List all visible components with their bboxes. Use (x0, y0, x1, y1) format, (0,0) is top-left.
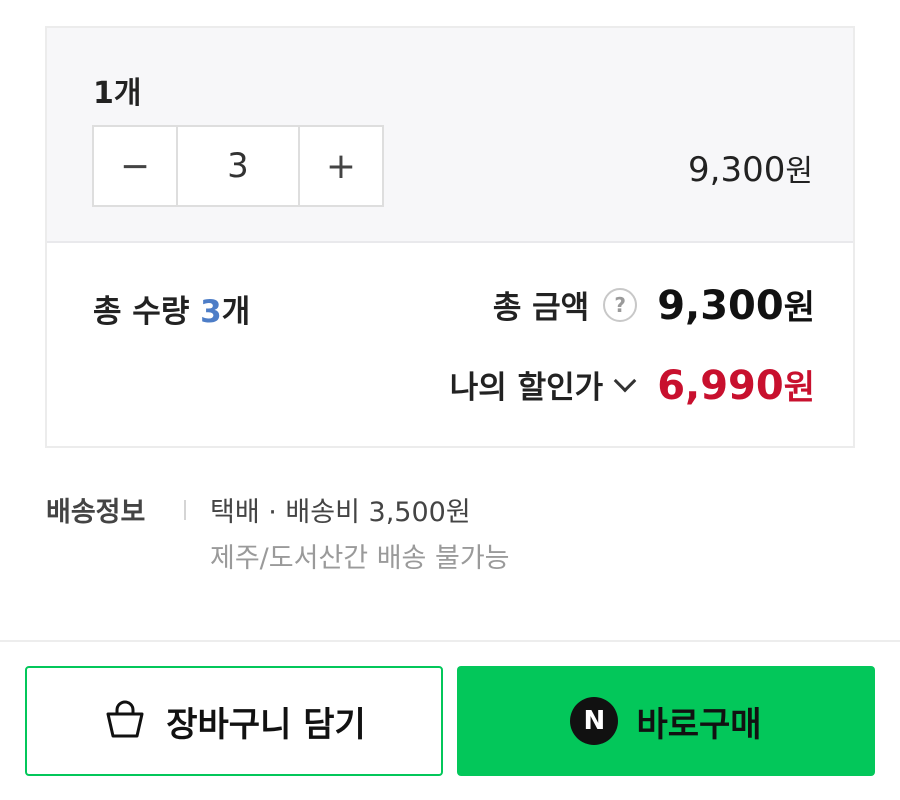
total-amount: 9,300원 (657, 280, 815, 329)
option-name: 1개 (93, 76, 142, 111)
shipping-fee-text: 택배 · 배송비 3,500원 (210, 497, 471, 528)
naver-n-icon: N (570, 697, 619, 745)
option-price-value: 9,300 (688, 150, 786, 190)
total-quantity: 총 수량 3개 (93, 286, 250, 331)
total-quantity-value: 3 (200, 294, 222, 330)
total-quantity-unit: 개 (221, 294, 251, 330)
shopping-bag-icon (102, 696, 148, 746)
discount-amount: 6,990원 (657, 360, 815, 409)
quantity-value[interactable]: 3 (178, 127, 298, 205)
total-amount-row: 총 금액 ? 9,300원 (493, 280, 815, 329)
question-circle-icon[interactable]: ? (603, 287, 638, 322)
buy-now-button[interactable]: N 바로구매 (457, 666, 875, 776)
my-discount-price-row[interactable]: 나의 할인가 6,990원 (450, 360, 815, 409)
option-price: 9,300원 (688, 146, 813, 190)
buy-now-label: 바로구매 (636, 704, 762, 745)
chevron-down-icon[interactable] (613, 369, 637, 392)
product-purchase-panel: 1개 − 3 + 9,300원 총 수량 3개 총 금액 ? 9,300원 나의… (0, 0, 900, 800)
discount-amount-value: 6,990 (657, 363, 784, 409)
quantity-stepper: − 3 + (92, 125, 384, 207)
total-amount-label: 총 금액 (492, 290, 590, 326)
increase-quantity-button[interactable]: + (298, 127, 382, 205)
discount-amount-unit: 원 (783, 368, 815, 408)
add-to-cart-label: 장바구니 담기 (166, 704, 366, 745)
add-to-cart-button[interactable]: 장바구니 담기 (25, 666, 443, 776)
total-quantity-label: 총 수량 (93, 294, 190, 330)
total-amount-value: 9,300 (657, 283, 784, 329)
option-item: 1개 − 3 + 9,300원 (47, 28, 853, 243)
option-price-unit: 원 (785, 154, 813, 189)
divider (184, 500, 186, 520)
section-divider (0, 640, 900, 642)
shipping-restriction-note: 제주/도서산간 배송 불가능 (210, 543, 510, 574)
shipping-info-label: 배송정보 (46, 497, 146, 528)
selected-option-box: 1개 − 3 + 9,300원 총 수량 3개 총 금액 ? 9,300원 나의… (45, 26, 855, 448)
total-amount-unit: 원 (783, 288, 815, 328)
discount-label[interactable]: 나의 할인가 (450, 362, 603, 407)
decrease-quantity-button[interactable]: − (94, 127, 178, 205)
